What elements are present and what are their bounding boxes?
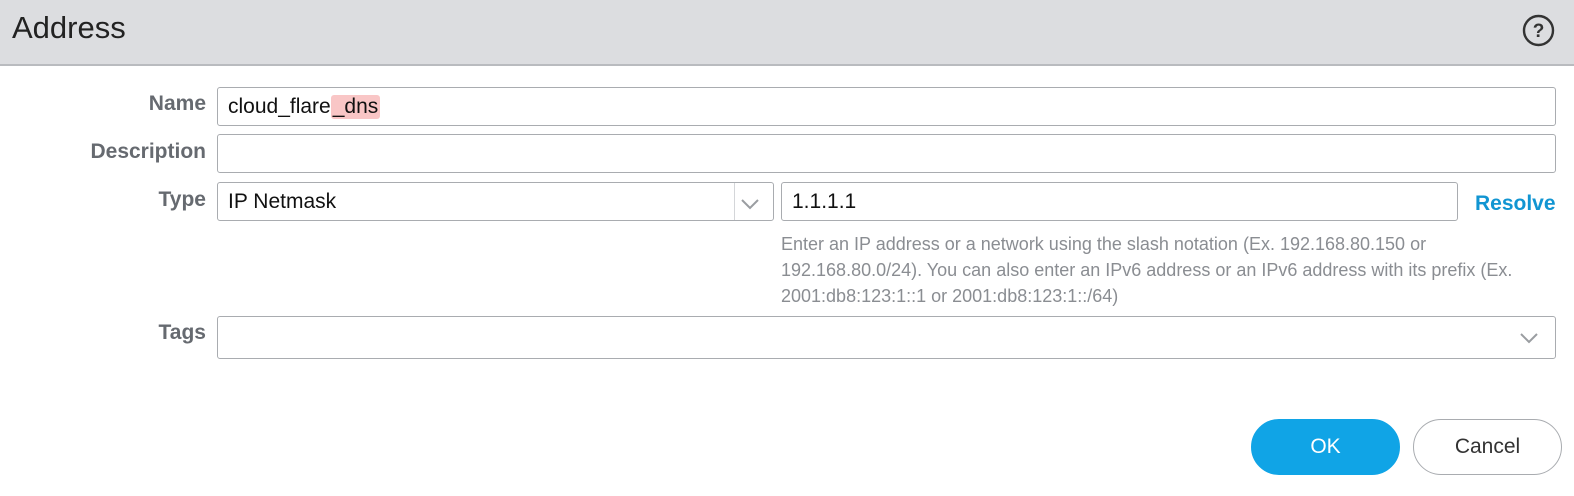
tags-label: Tags (158, 321, 206, 344)
type-selected-value: IP Netmask (228, 189, 337, 213)
name-input[interactable]: cloud_flare _dns (217, 87, 1556, 126)
dropdown-divider (734, 183, 735, 220)
name-label: Name (148, 92, 206, 115)
ip-hint-text: Enter an IP address or a network using t… (781, 234, 1513, 306)
ip-address-value: 1.1.1.1 (792, 189, 857, 213)
cancel-button[interactable]: Cancel (1413, 419, 1562, 475)
description-label: Description (90, 140, 206, 163)
description-input[interactable] (217, 134, 1556, 173)
dialog-title: Address (12, 10, 126, 45)
ok-button[interactable]: OK (1251, 419, 1400, 475)
help-icon[interactable]: ? (1522, 14, 1555, 47)
type-select[interactable]: IP Netmask (217, 182, 774, 221)
type-label: Type (158, 188, 206, 211)
chevron-down-icon[interactable] (741, 198, 759, 210)
tags-select[interactable] (217, 316, 1556, 359)
dialog-header: Address ? (0, 0, 1574, 66)
svg-text:?: ? (1533, 21, 1545, 42)
name-value-highlight: _dns (330, 94, 381, 119)
name-value: cloud_flare (228, 94, 331, 118)
chevron-down-icon[interactable] (1520, 332, 1538, 344)
ip-address-input[interactable]: 1.1.1.1 (781, 182, 1458, 221)
resolve-link[interactable]: Resolve (1475, 192, 1556, 216)
